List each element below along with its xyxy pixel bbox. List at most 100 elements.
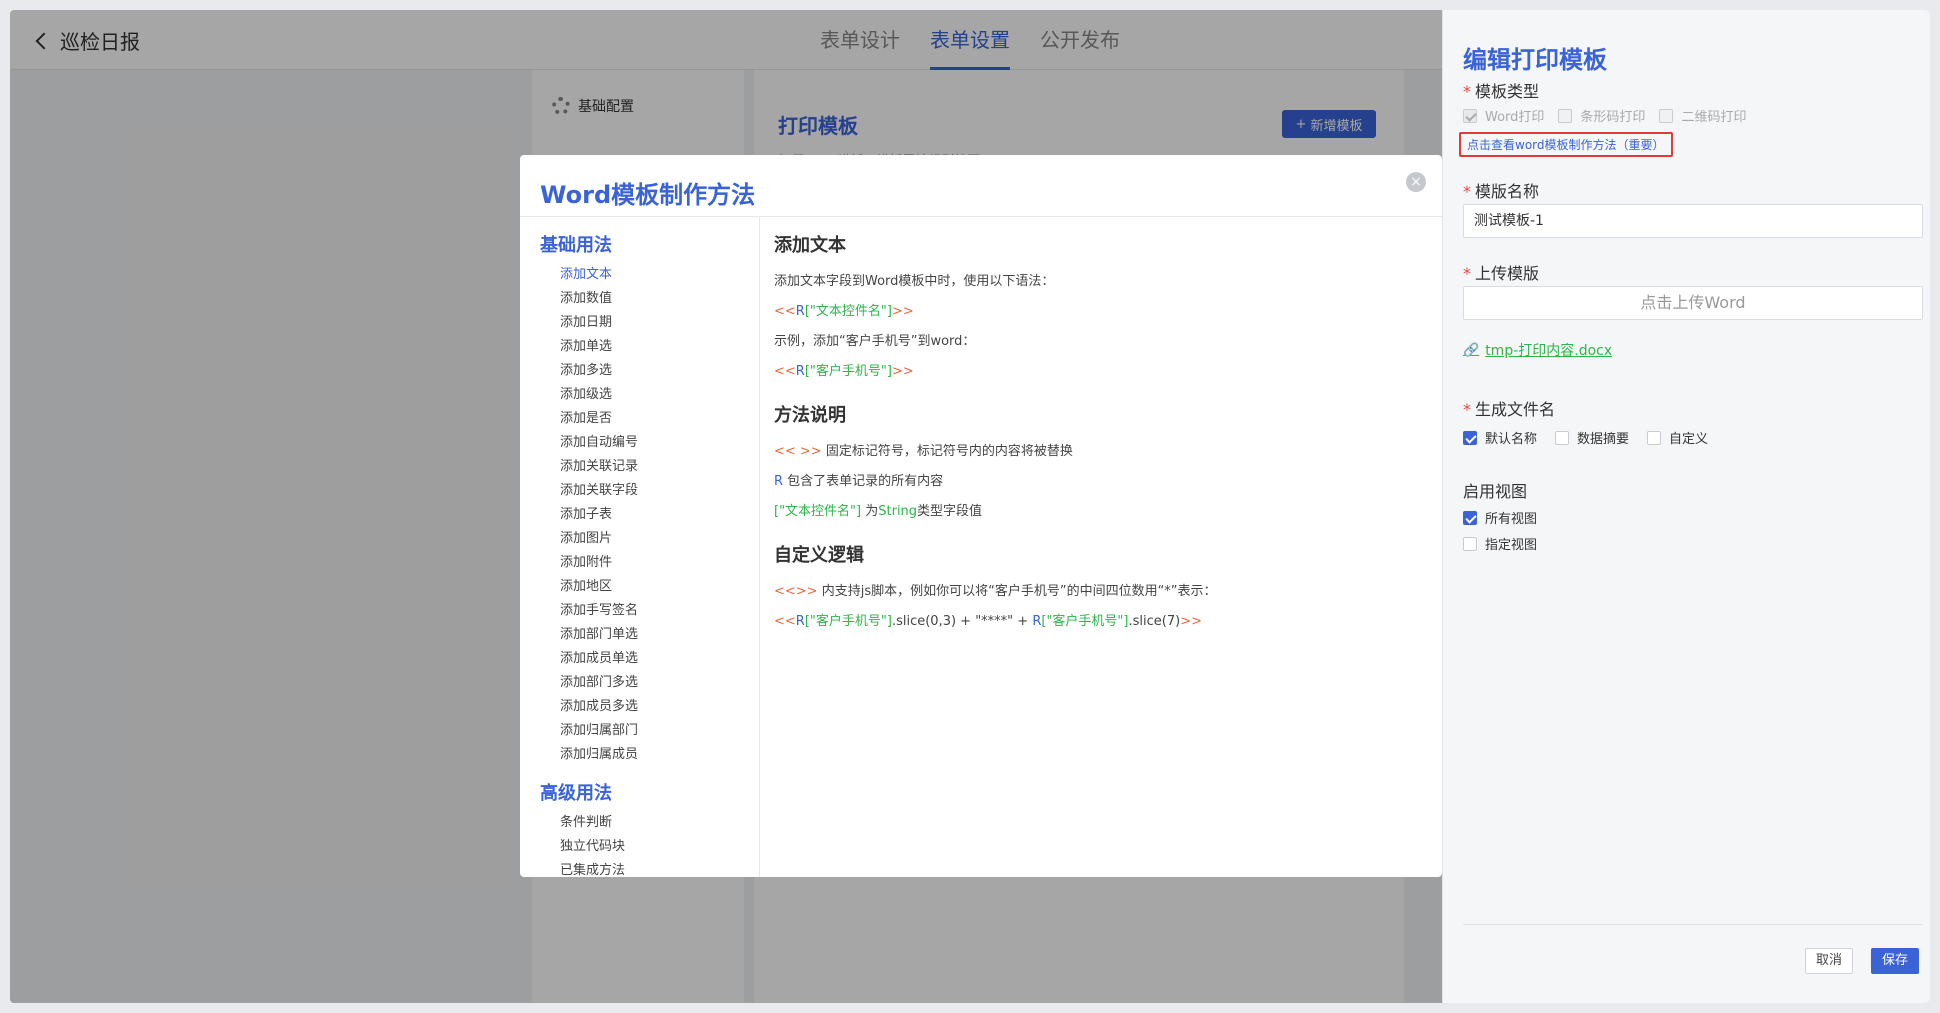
drawer-title: 编辑打印模板 [1463, 46, 1607, 74]
nav-item[interactable]: 添加部门单选 [560, 623, 759, 647]
checkbox-box [1463, 536, 1477, 551]
code-marker: << [774, 364, 796, 379]
word-template-help-link[interactable]: 点击查看word模板制作方法（重要） [1459, 132, 1673, 157]
checkbox-label: 指定视图 [1485, 538, 1538, 553]
nav-item[interactable]: 独立代码块 [560, 835, 759, 859]
nav-item[interactable]: 添加归属部门 [560, 719, 759, 743]
upload-word-button[interactable]: 点击上传Word [1463, 286, 1923, 320]
checkbox-specified-view[interactable]: 指定视图 [1463, 534, 1537, 553]
section-title: 添加文本 [774, 235, 846, 256]
checkbox-all-views[interactable]: 所有视图 [1463, 508, 1537, 527]
checkbox-label: 条形码打印 [1580, 110, 1646, 125]
code-key: ["客户手机号"] [1041, 614, 1129, 629]
nav-item[interactable]: 添加地区 [560, 575, 759, 599]
nav-item[interactable]: 添加归属成员 [560, 743, 759, 767]
code-marker: >> [891, 304, 914, 319]
checkbox-box [1555, 430, 1570, 445]
checkbox-label: 所有视图 [1485, 512, 1538, 527]
filename-label: * 生成文件名 [1463, 396, 1555, 420]
checkbox-box [1463, 430, 1477, 445]
checkbox-box [1659, 108, 1674, 123]
upload-template-label-text: 上传模版 [1475, 264, 1540, 283]
nav-item[interactable]: 添加成员单选 [560, 647, 759, 671]
section-title: 自定义逻辑 [774, 545, 864, 566]
code-r: R [774, 474, 784, 489]
code-r: R [795, 364, 805, 379]
code-key: ["客户手机号"] [804, 614, 892, 629]
help-text-part: 内支持js脚本，例如你可以将“客户手机号”的中间四位数用“*”表示： [817, 584, 1217, 599]
required-mark: * [1463, 400, 1471, 419]
nav-list-advanced: 条件判断 独立代码块 已集成方法 [560, 811, 759, 877]
nav-item[interactable]: 添加文本 [560, 263, 759, 287]
code-key: ["文本控件名"] [774, 504, 862, 519]
code-example: <<R["文本控件名"]>> [774, 297, 1434, 327]
code-marker: >> [891, 364, 914, 379]
help-text: ["文本控件名"] 为String类型字段值 [774, 497, 1434, 527]
help-text-part: 类型字段值 [917, 504, 983, 519]
template-type-options: Word打印 条形码打印 二维码打印 [1463, 106, 1746, 125]
nav-item[interactable]: 添加日期 [560, 311, 759, 335]
template-name-label-text: 模版名称 [1475, 182, 1540, 201]
divider [1463, 924, 1923, 925]
checkbox-qrcode-print[interactable]: 二维码打印 [1659, 106, 1746, 125]
checkbox-barcode-print[interactable]: 条形码打印 [1558, 106, 1645, 125]
filename-label-text: 生成文件名 [1475, 400, 1556, 419]
paperclip-icon: 🔗 [1463, 342, 1480, 358]
checkbox-box [1463, 108, 1477, 123]
nav-item[interactable]: 添加关联字段 [560, 479, 759, 503]
code-marker: << [774, 614, 796, 629]
code-r: R [795, 614, 805, 629]
checkbox-label: 数据摘要 [1577, 432, 1630, 447]
nav-section-advanced[interactable]: 高级用法 [540, 779, 759, 805]
help-text-part: 包含了表单记录的所有内容 [783, 474, 944, 489]
nav-item[interactable]: 添加成员多选 [560, 695, 759, 719]
template-type-label-text: 模板类型 [1475, 82, 1540, 101]
nav-item[interactable]: 添加子表 [560, 503, 759, 527]
checkbox-box [1463, 510, 1477, 525]
nav-item[interactable]: 添加附件 [560, 551, 759, 575]
nav-item[interactable]: 添加自动编号 [560, 431, 759, 455]
uploaded-file-link[interactable]: tmp-打印内容.docx [1485, 340, 1612, 360]
checkbox-label: Word打印 [1485, 110, 1545, 125]
help-text-part: 为 [861, 504, 879, 519]
checkbox-data-summary[interactable]: 数据摘要 [1555, 428, 1629, 447]
nav-item[interactable]: 添加单选 [560, 335, 759, 359]
uploaded-file[interactable]: 🔗 tmp-打印内容.docx [1463, 340, 1612, 360]
filename-options: 默认名称 数据摘要 自定义 [1463, 428, 1708, 447]
word-template-help-modal: Word模板制作方法 × 基础用法 添加文本 添加数值 添加日期 添加单选 添加… [520, 155, 1442, 877]
section-title: 方法说明 [774, 405, 846, 426]
checkbox-word-print[interactable]: Word打印 [1463, 106, 1544, 125]
help-text: R 包含了表单记录的所有内容 [774, 467, 1434, 497]
nav-item[interactable]: 添加部门多选 [560, 671, 759, 695]
checkbox-box [1558, 108, 1573, 123]
code-expr: .slice(0,3) + "****" + [891, 614, 1033, 629]
code-key: ["客户手机号"] [804, 364, 892, 379]
code-expr: .slice(7) [1128, 614, 1181, 629]
nav-item[interactable]: 添加多选 [560, 359, 759, 383]
nav-section-basic[interactable]: 基础用法 [540, 231, 759, 257]
nav-item[interactable]: 已集成方法 [560, 859, 759, 877]
nav-item[interactable]: 添加手写签名 [560, 599, 759, 623]
cancel-button[interactable]: 取消 [1805, 948, 1853, 974]
nav-item[interactable]: 添加关联记录 [560, 455, 759, 479]
edit-print-template-drawer: 编辑打印模板 * 模板类型 Word打印 条形码打印 二维码打印 点击查看word… [1442, 10, 1930, 1003]
checkbox-label: 默认名称 [1485, 432, 1538, 447]
code-marker: >> [1180, 614, 1202, 629]
help-text: 示例，添加“客户手机号”到word： [774, 334, 976, 349]
template-name-input[interactable]: 测试模板-1 [1463, 204, 1923, 238]
help-text-part: 固定标记符号，标记符号内的内容将被替换 [821, 444, 1073, 459]
checkbox-label: 自定义 [1669, 432, 1709, 447]
nav-item[interactable]: 添加级选 [560, 383, 759, 407]
checkbox-custom[interactable]: 自定义 [1647, 428, 1708, 447]
checkbox-default-name[interactable]: 默认名称 [1463, 428, 1537, 447]
save-button[interactable]: 保存 [1871, 948, 1919, 974]
close-icon[interactable]: × [1406, 172, 1426, 192]
nav-list-basic: 添加文本 添加数值 添加日期 添加单选 添加多选 添加级选 添加是否 添加自动编… [560, 263, 759, 767]
nav-item[interactable]: 添加图片 [560, 527, 759, 551]
nav-item[interactable]: 条件判断 [560, 811, 759, 835]
nav-item[interactable]: 添加是否 [560, 407, 759, 431]
nav-item[interactable]: 添加数值 [560, 287, 759, 311]
template-name-label: * 模版名称 [1463, 178, 1539, 202]
upload-template-label: * 上传模版 [1463, 260, 1539, 284]
modal-title: Word模板制作方法 [540, 181, 756, 209]
